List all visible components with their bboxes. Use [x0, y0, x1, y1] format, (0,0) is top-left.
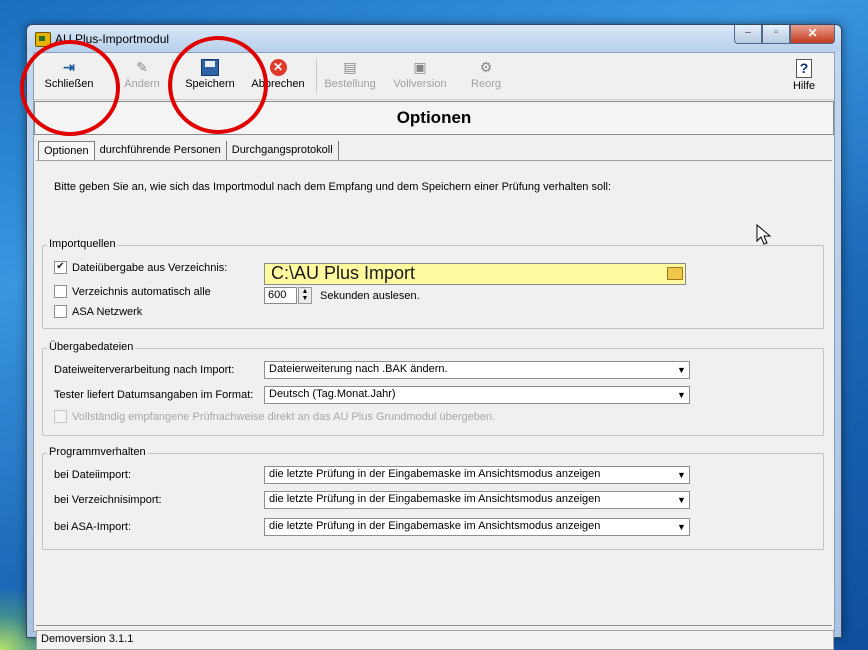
group-legend: Übergabedateien [47, 341, 136, 353]
order-button[interactable]: ▤ Bestellung [322, 55, 378, 97]
label-dateiimport: bei Dateiimport: [54, 469, 132, 481]
import-path-value: C:\AU Plus Import [271, 263, 416, 283]
checkbox-box [54, 305, 67, 318]
reorg-icon: ⚙ [479, 59, 493, 75]
group-legend: Programmverhalten [47, 446, 148, 458]
import-path-field[interactable]: C:\AU Plus Import [264, 263, 686, 285]
intro-text: Bitte geben Sie an, wie sich das Importm… [54, 181, 612, 193]
checkbox-box [54, 410, 67, 423]
edit-icon: ✎ [136, 59, 148, 75]
highlight-circle-speichern [168, 36, 268, 134]
checkbox-dateiuebergabe[interactable]: ✔ Dateiübergabe aus Verzeichnis: [54, 261, 227, 274]
help-button-label: Hilfe [792, 80, 815, 92]
app-window: AU Plus-Importmodul ‒ ▫ ✕ ⇥ Schließen ✎ … [26, 24, 842, 650]
select-verzeichnisimport[interactable]: die letzte Prüfung in der Eingabemaske i… [264, 491, 690, 509]
mouse-cursor-icon [756, 224, 772, 245]
checkbox-box [54, 285, 67, 298]
select-datumsformat[interactable]: Deutsch (Tag.Monat.Jahr) ▼ [264, 386, 690, 404]
chevron-down-icon[interactable]: ▼ [674, 519, 689, 535]
tab-optionen[interactable]: Optionen [38, 141, 95, 161]
select-value: Deutsch (Tag.Monat.Jahr) [269, 388, 396, 400]
select-asa-import[interactable]: die letzte Prüfung in der Eingabemaske i… [264, 518, 690, 536]
floppy-disk-icon: ▣ [413, 59, 427, 75]
chevron-down-icon[interactable]: ▼ [674, 467, 689, 483]
status-text: Demoversion 3.1.1 [41, 633, 134, 645]
checkbox-label: Vollständig empfangene Prüfnachweise dir… [72, 410, 496, 423]
tab-divider [36, 160, 832, 161]
status-divider [36, 625, 832, 626]
maximize-button[interactable]: ▫ [762, 25, 790, 44]
tab-durchfuehrende-personen[interactable]: durchführende Personen [95, 141, 227, 160]
seconds-input[interactable]: 600 [264, 287, 297, 304]
seconds-suffix: Sekunden auslesen. [320, 290, 420, 302]
reorg-button[interactable]: ⚙ Reorg [466, 55, 506, 97]
highlight-circle-schliessen [20, 40, 120, 136]
label-verzeichnisimport: bei Verzeichnisimport: [54, 494, 162, 506]
help-button[interactable]: ? Hilfe [784, 55, 824, 97]
chevron-down-icon[interactable]: ▼ [674, 492, 689, 508]
label-asa-import: bei ASA-Import: [54, 521, 132, 533]
page-header: Optionen [34, 101, 834, 135]
help-icon: ? [796, 59, 812, 78]
seconds-spinner[interactable]: ▲ ▼ [298, 287, 312, 304]
checkbox-label: ASA Netzwerk [72, 305, 143, 318]
select-value: die letzte Prüfung in der Eingabemaske i… [269, 468, 601, 480]
toolbar: ⇥ Schließen ✎ Ändern Speichern ✕ Abbrech… [34, 53, 834, 100]
full-version-button-label: Vollversion [393, 78, 447, 90]
select-value: die letzte Prüfung in der Eingabemaske i… [269, 520, 601, 532]
checkbox-label: Verzeichnis automatisch alle [72, 285, 211, 298]
tab-strip: Optionen durchführende Personen Durchgan… [38, 141, 339, 161]
edit-button-label: Ändern [124, 78, 160, 90]
chevron-down-icon[interactable]: ▼ [674, 387, 689, 403]
tab-durchgangsprotokoll[interactable]: Durchgangsprotokoll [227, 141, 339, 160]
select-dateiimport[interactable]: die letzte Prüfung in der Eingabemaske i… [264, 466, 690, 484]
checkbox-verzeichnis-automatisch[interactable]: Verzeichnis automatisch alle [54, 285, 211, 298]
label-dateiweiterverarbeitung: Dateiweiterverarbeitung nach Import: [54, 364, 235, 376]
select-dateiweiterverarbeitung[interactable]: Dateierweiterung nach .BAK ändern. ▼ [264, 361, 690, 379]
status-bar: Demoversion 3.1.1 [36, 630, 834, 650]
toolbar-separator [316, 59, 317, 93]
edit-button[interactable]: ✎ Ändern [120, 55, 164, 97]
checkbox-asa-netzwerk[interactable]: ASA Netzwerk [54, 305, 142, 318]
close-window-button[interactable]: ✕ [790, 25, 835, 44]
checkbox-box: ✔ [54, 261, 67, 274]
title-bar[interactable]: AU Plus-Importmodul ‒ ▫ ✕ [27, 25, 841, 52]
page-title: Optionen [396, 108, 472, 127]
checkbox-label: Dateiübergabe aus Verzeichnis: [72, 261, 228, 274]
select-value: Dateierweiterung nach .BAK ändern. [269, 363, 448, 375]
reorg-button-label: Reorg [471, 78, 501, 90]
group-legend: Importquellen [47, 238, 118, 250]
label-datumsformat: Tester liefert Datumsangaben im Format: [54, 389, 254, 401]
chevron-down-icon[interactable]: ▼ [674, 362, 689, 378]
select-value: die letzte Prüfung in der Eingabemaske i… [269, 493, 601, 505]
minimize-button[interactable]: ‒ [734, 25, 762, 44]
order-icon: ▤ [343, 59, 357, 75]
full-version-button[interactable]: ▣ Vollversion [390, 55, 450, 97]
checkbox-vollstaendig-uebergeben[interactable]: Vollständig empfangene Prüfnachweise dir… [54, 410, 495, 423]
client-area: ⇥ Schließen ✎ Ändern Speichern ✕ Abbrech… [33, 52, 835, 650]
cancel-icon: ✕ [269, 59, 287, 76]
folder-icon[interactable] [667, 267, 683, 280]
order-button-label: Bestellung [324, 78, 376, 90]
